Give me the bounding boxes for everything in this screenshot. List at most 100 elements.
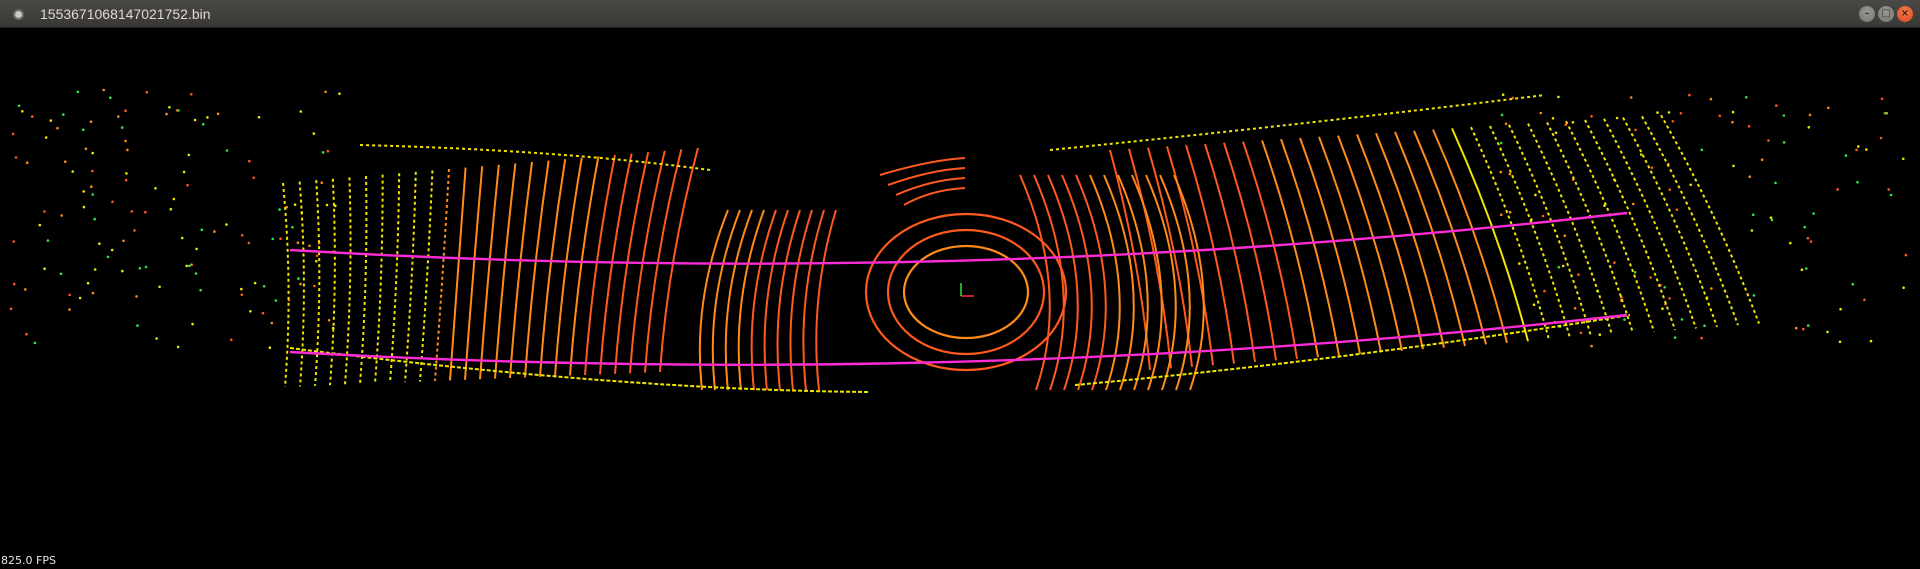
sparse-point [1688,93,1691,97]
sparse-point [1499,170,1503,174]
sparse-point [293,203,297,206]
sparse-point [1752,294,1756,297]
scan-line-left [374,174,384,384]
scan-line-left [449,167,467,381]
sparse-point [89,120,93,123]
sparse-point [14,156,18,159]
scan-arc-top [887,167,966,186]
sparse-point [1667,111,1671,114]
point-cloud-viewport[interactable]: 825.0 FPS [0,28,1920,569]
sparse-point [1806,236,1810,240]
sparse-point [25,332,28,336]
sparse-point [1577,273,1580,276]
sparse-point [240,293,244,297]
sparse-point [1508,172,1512,176]
sparse-point [1904,253,1908,257]
scan-line-right [1660,114,1760,324]
sparse-point [86,281,90,285]
sparse-point [279,237,282,240]
sparse-point [299,110,303,113]
close-button[interactable]: × [1897,6,1913,22]
sparse-point [1661,307,1664,311]
sparse-point [1557,95,1560,99]
sparse-point [195,247,198,251]
sparse-point [135,295,138,298]
sparse-point [1579,331,1583,335]
sparse-point [133,229,136,232]
scan-line-left [419,170,434,382]
sparse-point [109,96,112,99]
sparse-point [1573,307,1577,310]
sparse-point [82,205,86,209]
sparse-point [46,239,50,242]
point-cloud-canvas[interactable] [0,28,1920,569]
sparse-point [188,264,191,268]
app-icon [13,9,24,20]
sparse-point [230,338,233,342]
sparse-point [297,277,300,280]
sparse-point [1769,216,1773,219]
sparse-point [1770,218,1774,222]
sparse-point [1709,97,1713,101]
window-titlebar[interactable]: 1553671068147021752.bin – □ × [0,0,1920,28]
sparse-point [1775,104,1778,107]
sparse-point [315,260,318,263]
sparse-point [1508,210,1512,214]
scan-line-left [569,156,600,376]
sparse-point [278,208,281,211]
sparse-point [145,90,149,94]
sparse-point [296,241,300,244]
scan-line-left [404,171,417,383]
sparse-point [213,230,216,233]
sparse-point [1794,326,1798,330]
sparse-point [185,264,188,268]
sparse-point [144,265,148,269]
maximize-button[interactable]: □ [1878,6,1894,22]
sparse-point [110,248,114,252]
sparse-point [180,236,184,240]
sparse-point [120,126,124,129]
sparse-point [321,151,325,154]
sparse-point [172,197,176,201]
sparse-point [1880,97,1884,101]
sparse-point [1902,286,1905,290]
sparse-point [124,139,127,143]
sparse-point [338,92,341,95]
sparse-point [1732,164,1735,168]
sparse-point [257,115,261,119]
sparse-point [49,119,53,122]
sparse-point [76,90,80,94]
minimize-button[interactable]: – [1859,6,1875,22]
sparse-point [261,311,265,315]
sparse-point [312,132,316,135]
sparse-point [248,159,251,163]
sparse-point [1883,112,1887,115]
scan-line-left [359,175,368,385]
scan-line-right [1603,118,1697,329]
sparse-point [216,112,220,116]
sparse-point [186,183,189,187]
sparse-point [38,223,42,227]
sparse-point [1633,271,1637,274]
scan-line-right [1470,126,1550,340]
sparse-point [253,281,257,285]
far-edge-right [1049,94,1546,151]
sparse-point [324,90,327,94]
sparse-point [1571,121,1575,124]
sparse-point [206,116,209,119]
scan-line-right [1527,123,1613,336]
sparse-point [91,193,94,196]
sparse-point [59,272,63,276]
scan-line-right [1641,115,1739,326]
sparse-point [1504,122,1508,126]
sparse-point [121,269,124,273]
sparse-point [1501,93,1505,96]
sparse-point [240,234,244,237]
sparse-point [44,136,48,139]
sparse-point [1745,96,1748,99]
sparse-point [102,88,105,92]
sparse-point [1500,113,1504,117]
sparse-point [291,225,294,229]
sparse-point [1760,158,1764,161]
sparse-point [199,288,202,292]
